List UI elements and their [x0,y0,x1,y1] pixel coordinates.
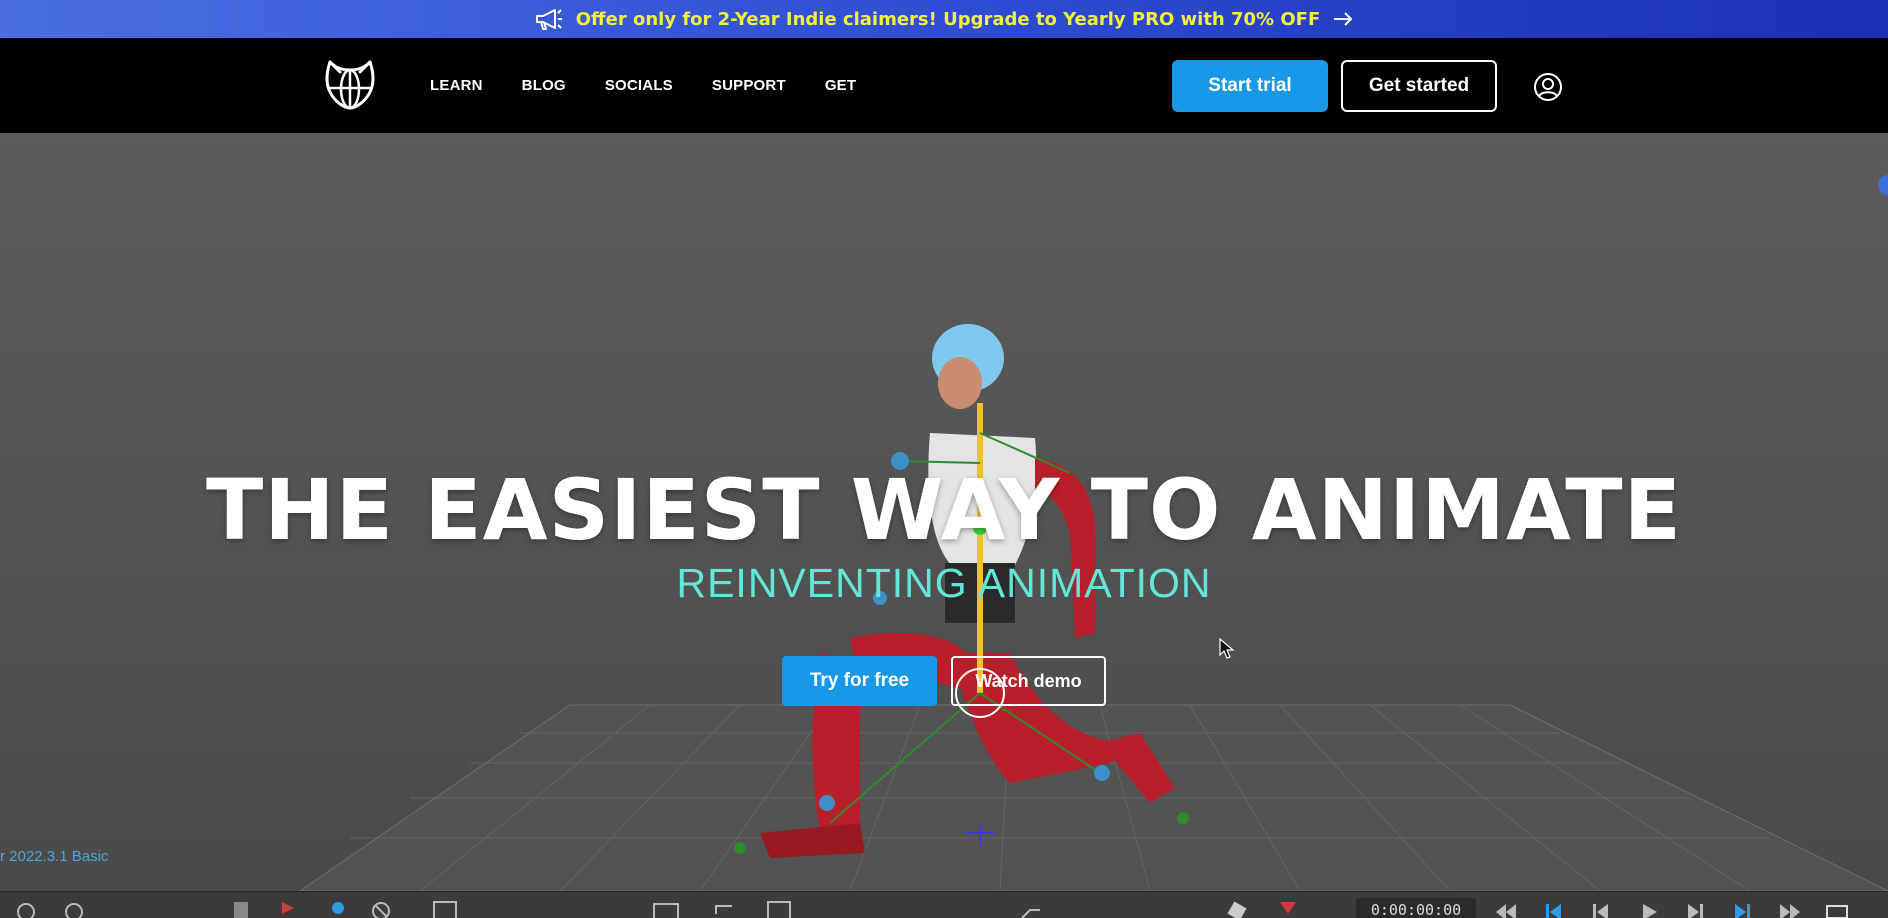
frame-icon[interactable] [652,900,680,918]
repeat-icon[interactable] [1824,900,1852,918]
keyframe-marker-icon[interactable] [1276,900,1300,918]
promo-banner[interactable]: Offer only for 2-Year Indie claimers! Up… [0,0,1888,38]
disable-icon[interactable] [370,900,392,918]
zoom-icon[interactable] [60,900,90,918]
record-flag-icon[interactable] [278,900,298,918]
nav-learn[interactable]: LEARN [430,77,483,94]
promo-text[interactable]: Offer only for 2-Year Indie claimers! Up… [576,9,1321,30]
rewind-icon[interactable] [1494,900,1518,918]
play-icon[interactable] [1638,900,1660,918]
arrow-right-icon[interactable] [1332,11,1354,27]
ik-icon[interactable] [432,900,460,918]
bone-tool-icon[interactable] [228,900,254,918]
watch-demo-button[interactable]: Watch demo [951,656,1106,706]
ik-toggle-icon[interactable] [766,900,794,918]
loop-icon[interactable] [712,900,738,918]
last-frame-icon[interactable] [1731,900,1753,918]
fast-forward-icon[interactable] [1778,900,1802,918]
try-for-free-button[interactable]: Try for free [782,656,937,706]
nav-socials[interactable]: SOCIALS [605,77,673,94]
timeline-toolbar: 0:00:00:00 [0,891,1888,918]
magnet-icon[interactable] [1224,900,1252,918]
floor-grid [299,704,1888,891]
hero-subtitle: REINVENTING ANIMATION [676,560,1212,606]
cat-globe-logo-icon[interactable] [322,58,378,112]
start-trial-button[interactable]: Start trial [1172,60,1328,112]
megaphone-icon [534,7,564,31]
pin-icon[interactable] [326,900,348,918]
hero-viewport: THE EASIEST WAY TO ANIMATE REINVENTING A… [0,133,1888,891]
nav-blog[interactable]: BLOG [522,77,566,94]
nav-get[interactable]: GET [825,77,856,94]
axis-gizmo-icon [1878,175,1888,195]
nav-support[interactable]: SUPPORT [712,77,786,94]
page: Offer only for 2-Year Indie claimers! Up… [0,0,1888,918]
timecode-display[interactable]: 0:00:00:00 [1356,898,1476,918]
prev-frame-icon[interactable] [1590,900,1612,918]
main-nav: LEARN BLOG SOCIALS SUPPORT GET [430,38,856,133]
curve-icon[interactable] [1020,900,1044,918]
version-label: r 2022.3.1 Basic [0,848,109,865]
next-frame-icon[interactable] [1684,900,1706,918]
hero-title: THE EASIEST WAY TO ANIMATE [206,461,1682,559]
first-frame-icon[interactable] [1543,900,1565,918]
get-started-button[interactable]: Get started [1341,60,1497,112]
mouse-cursor-icon [1219,637,1235,664]
user-circle-icon[interactable] [1533,72,1563,102]
site-header: LEARN BLOG SOCIALS SUPPORT GET Start tri… [0,38,1888,133]
rotate-icon[interactable] [12,900,42,918]
